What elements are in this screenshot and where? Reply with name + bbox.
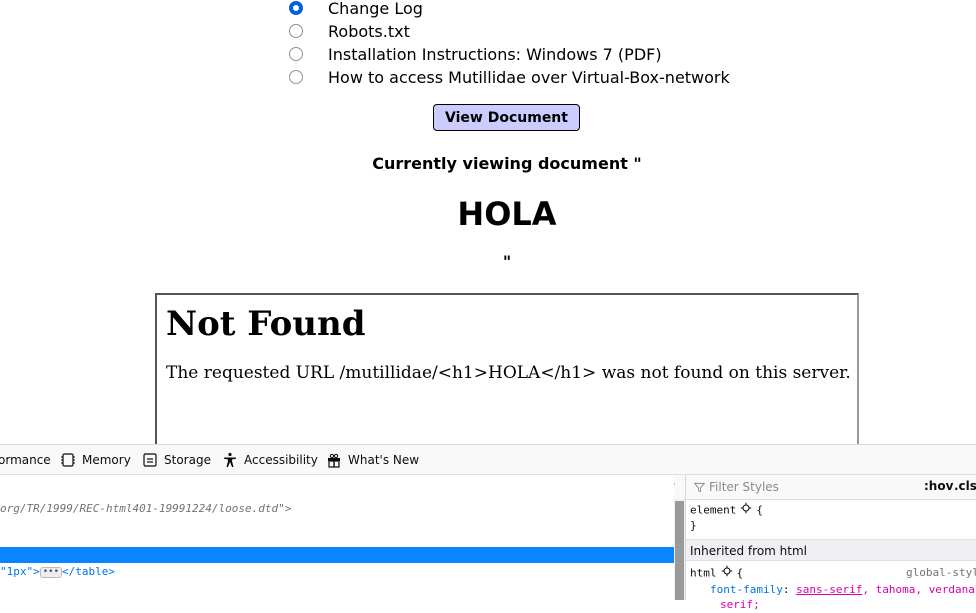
gift-icon: [326, 452, 342, 468]
radio-label: Installation Instructions: Windows 7 (PD…: [328, 45, 662, 64]
radio-option-virtualbox[interactable]: How to access Mutillidae over Virtual-Bo…: [288, 68, 748, 88]
accessibility-icon: [222, 452, 238, 468]
radio-option-robots[interactable]: Robots.txt: [288, 22, 748, 42]
target-icon[interactable]: [740, 502, 752, 519]
markup-selected-line[interactable]: [0, 547, 674, 563]
devtools-panel: ormance Memory Storage Accessibility Wha…: [0, 444, 976, 611]
radio-button[interactable]: [289, 70, 303, 84]
element-rule-close: }: [690, 519, 697, 532]
filter-placeholder: Filter Styles: [709, 480, 779, 494]
tab-performance[interactable]: ormance: [0, 445, 51, 474]
open-brace: {: [736, 566, 744, 580]
cls-toggle-button[interactable]: .cls: [954, 479, 976, 493]
inherited-header: Inherited from html: [686, 539, 976, 561]
element-selector: element: [690, 503, 737, 517]
font-family-declaration[interactable]: font-family: sans-serif, tahoma, verdana: [710, 582, 975, 598]
markup-table-line[interactable]: "1px"> ••• </table>: [0, 564, 115, 580]
currently-viewing-label: Currently viewing document ": [372, 154, 642, 173]
markup-doctype-line[interactable]: org/TR/1999/REC-html401-19991224/loose.d…: [0, 501, 291, 517]
filter-icon: [694, 482, 705, 493]
radio-label: Robots.txt: [328, 22, 410, 41]
scrollbar-thumb[interactable]: [675, 501, 684, 600]
rules-toolbar: Filter Styles :hov .cls: [686, 475, 976, 500]
tab-label: Storage: [164, 452, 211, 467]
tab-storage[interactable]: Storage: [142, 445, 211, 474]
injected-heading: HOLA: [457, 195, 557, 233]
tab-label: Accessibility: [244, 452, 318, 467]
markup-view: org/TR/1999/REC-html401-19991224/loose.d…: [0, 475, 674, 600]
stylesheet-source-link[interactable]: global-styl: [906, 565, 976, 581]
element-rule: element {: [690, 502, 763, 519]
not-found-message: The requested URL /mutillidae/<h1>HOLA</…: [166, 363, 851, 383]
expand-ellipsis-button[interactable]: •••: [39, 566, 63, 578]
radio-option-change-log[interactable]: Change Log: [288, 0, 748, 19]
property-name: font-family: [710, 583, 783, 596]
not-found-heading: Not Found: [166, 304, 366, 344]
radio-button[interactable]: [289, 24, 303, 38]
tab-label: Memory: [82, 452, 131, 467]
radio-option-installation[interactable]: Installation Instructions: Windows 7 (PD…: [288, 45, 748, 65]
target-icon[interactable]: [721, 565, 733, 582]
tab-label: ormance: [0, 452, 51, 467]
html-rule: html {: [690, 565, 743, 582]
closing-tag: </table>: [62, 565, 115, 578]
tab-whats-new[interactable]: What's New: [326, 445, 419, 474]
radio-label: Change Log: [328, 0, 423, 18]
open-brace: {: [756, 503, 763, 517]
hov-toggle-button[interactable]: :hov: [924, 479, 953, 493]
radio-label: How to access Mutillidae over Virtual-Bo…: [328, 68, 730, 87]
currently-viewing-text: Currently viewing document ": [0, 154, 976, 174]
memory-icon: [60, 452, 76, 468]
storage-icon: [142, 452, 158, 468]
closing-quote: ": [502, 252, 512, 271]
html-selector: html: [690, 566, 717, 580]
radio-button[interactable]: [289, 47, 303, 61]
filter-styles-input[interactable]: Filter Styles: [694, 480, 779, 494]
view-document-button[interactable]: View Document: [433, 104, 580, 131]
attr-value: "1px">: [0, 565, 40, 578]
devtools-tab-bar: ormance Memory Storage Accessibility Wha…: [0, 445, 976, 475]
property-value-continued: serif;: [720, 598, 760, 611]
markup-scrollbar[interactable]: [674, 499, 685, 600]
property-value: , tahoma, verdana: [862, 583, 975, 596]
tab-accessibility[interactable]: Accessibility: [222, 445, 318, 474]
property-value-link[interactable]: sans-serif: [796, 583, 862, 596]
tab-memory[interactable]: Memory: [60, 445, 131, 474]
document-frame: Not Found The requested URL /mutillidae/…: [155, 293, 859, 453]
radio-button-checked[interactable]: [289, 1, 303, 15]
rules-view: Filter Styles :hov .cls element { } Inher…: [686, 475, 976, 611]
tab-label: What's New: [348, 452, 420, 467]
